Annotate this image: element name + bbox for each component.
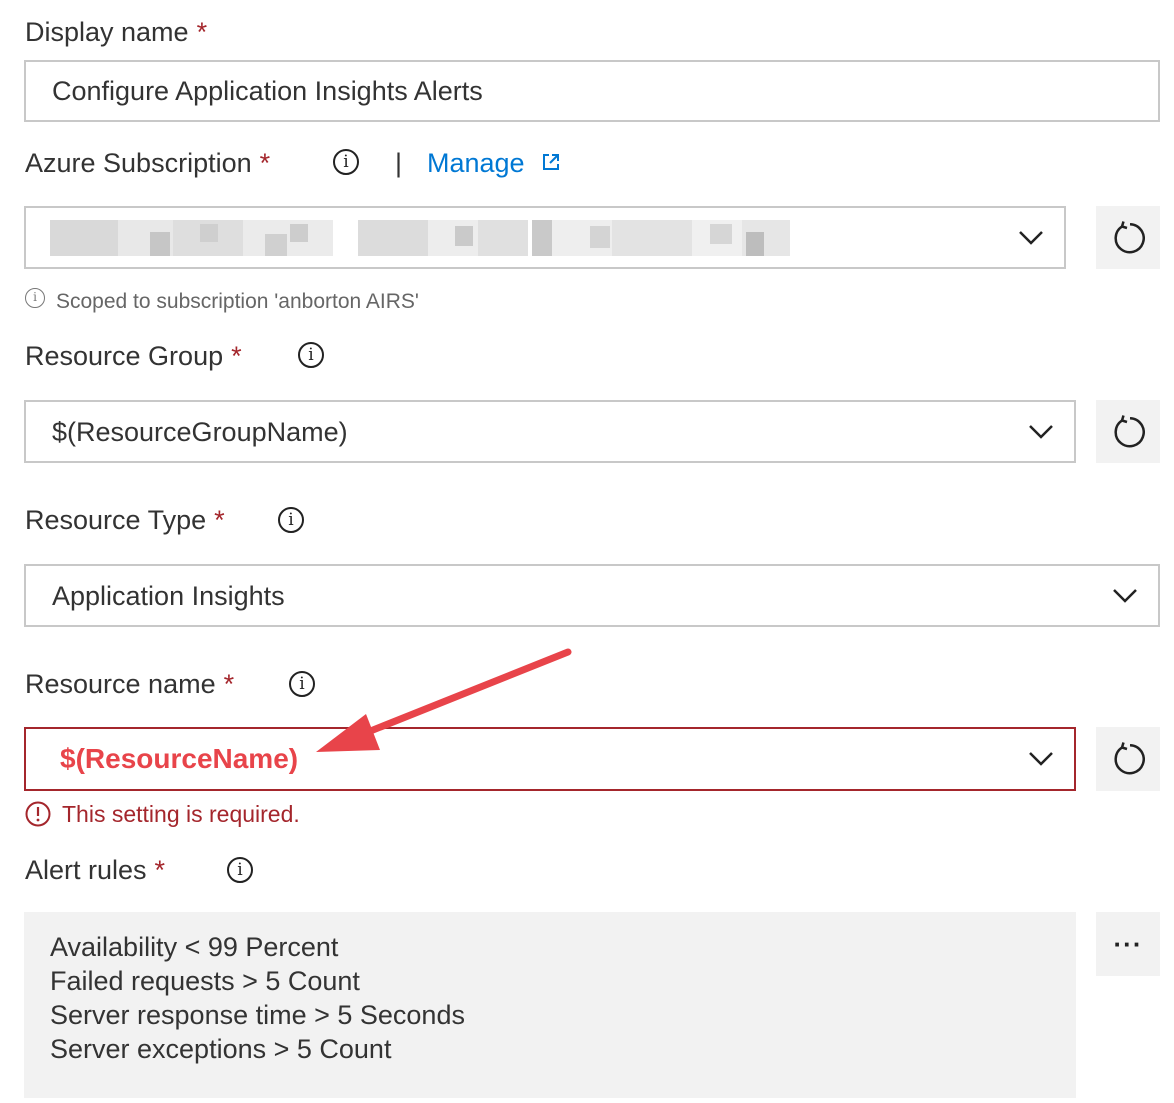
resource-name-label: Resource name *	[25, 669, 235, 699]
alert-rule-line: Failed requests > 5 Count	[50, 966, 360, 996]
refresh-icon	[1114, 220, 1145, 253]
alert-rule-line: Server response time > 5 Seconds	[50, 1000, 465, 1030]
resource-type-dropdown[interactable]: Application Insights	[24, 564, 1160, 627]
resource-type-value: Application Insights	[52, 580, 285, 611]
required-asterisk: *	[214, 505, 225, 535]
chevron-down-icon	[1029, 752, 1053, 766]
alert-rule-line: Server exceptions > 5 Count	[50, 1034, 392, 1064]
subscription-refresh-button[interactable]	[1096, 206, 1160, 269]
refresh-icon	[1114, 742, 1145, 775]
resource-group-refresh-button[interactable]	[1096, 400, 1160, 463]
error-icon	[25, 801, 51, 827]
chevron-down-icon	[1029, 424, 1053, 439]
chevron-down-icon	[1019, 230, 1043, 245]
manage-link[interactable]: Manage	[427, 146, 525, 180]
resource-name-value: $(ResourceName)	[60, 743, 299, 774]
resource-group-value: $(ResourceGroupName)	[52, 416, 348, 447]
azure-subscription-label: Azure Subscription *	[25, 148, 271, 178]
display-name-value: Configure Application Insights Alerts	[52, 76, 483, 106]
resource-group-dropdown[interactable]: $(ResourceGroupName)	[24, 400, 1076, 463]
more-icon: ···	[1113, 928, 1143, 959]
resource-type-label: Resource Type *	[25, 505, 225, 535]
resource-name-refresh-button[interactable]	[1096, 727, 1160, 791]
required-asterisk: *	[223, 669, 235, 699]
display-name-label: Display name *	[25, 17, 208, 47]
resource-name-error: This setting is required.	[62, 801, 300, 827]
subscription-redacted-value	[50, 220, 790, 256]
display-name-input[interactable]: Configure Application Insights Alerts	[24, 60, 1160, 122]
alert-rules-textarea[interactable]: Availability < 99 Percent Failed request…	[24, 912, 1076, 1098]
resource-group-label: Resource Group *	[25, 341, 242, 371]
required-asterisk: *	[231, 341, 242, 371]
alert-rule-line: Availability < 99 Percent	[50, 932, 339, 962]
required-asterisk: *	[154, 855, 166, 885]
required-asterisk: *	[259, 148, 271, 178]
refresh-icon	[1114, 414, 1145, 447]
azure-subscription-dropdown[interactable]	[24, 206, 1066, 269]
subscription-scope-hint: Scoped to subscription 'anborton AIRS'	[56, 290, 419, 313]
azure-subscription-info-icon[interactable]: i	[333, 149, 359, 175]
required-asterisk: *	[196, 17, 208, 47]
chevron-down-icon	[1113, 588, 1137, 603]
separator: |	[395, 148, 403, 178]
alert-rules-more-button[interactable]: ···	[1096, 912, 1160, 976]
resource-type-info-icon[interactable]: i	[278, 507, 304, 533]
annotation-arrow-icon	[316, 648, 572, 752]
alert-rules-label: Alert rules *	[25, 855, 166, 885]
external-link-icon[interactable]	[541, 152, 561, 172]
resource-group-info-icon[interactable]: i	[298, 342, 324, 368]
hint-info-icon: i	[25, 288, 45, 308]
alert-rules-info-icon[interactable]: i	[227, 857, 253, 883]
